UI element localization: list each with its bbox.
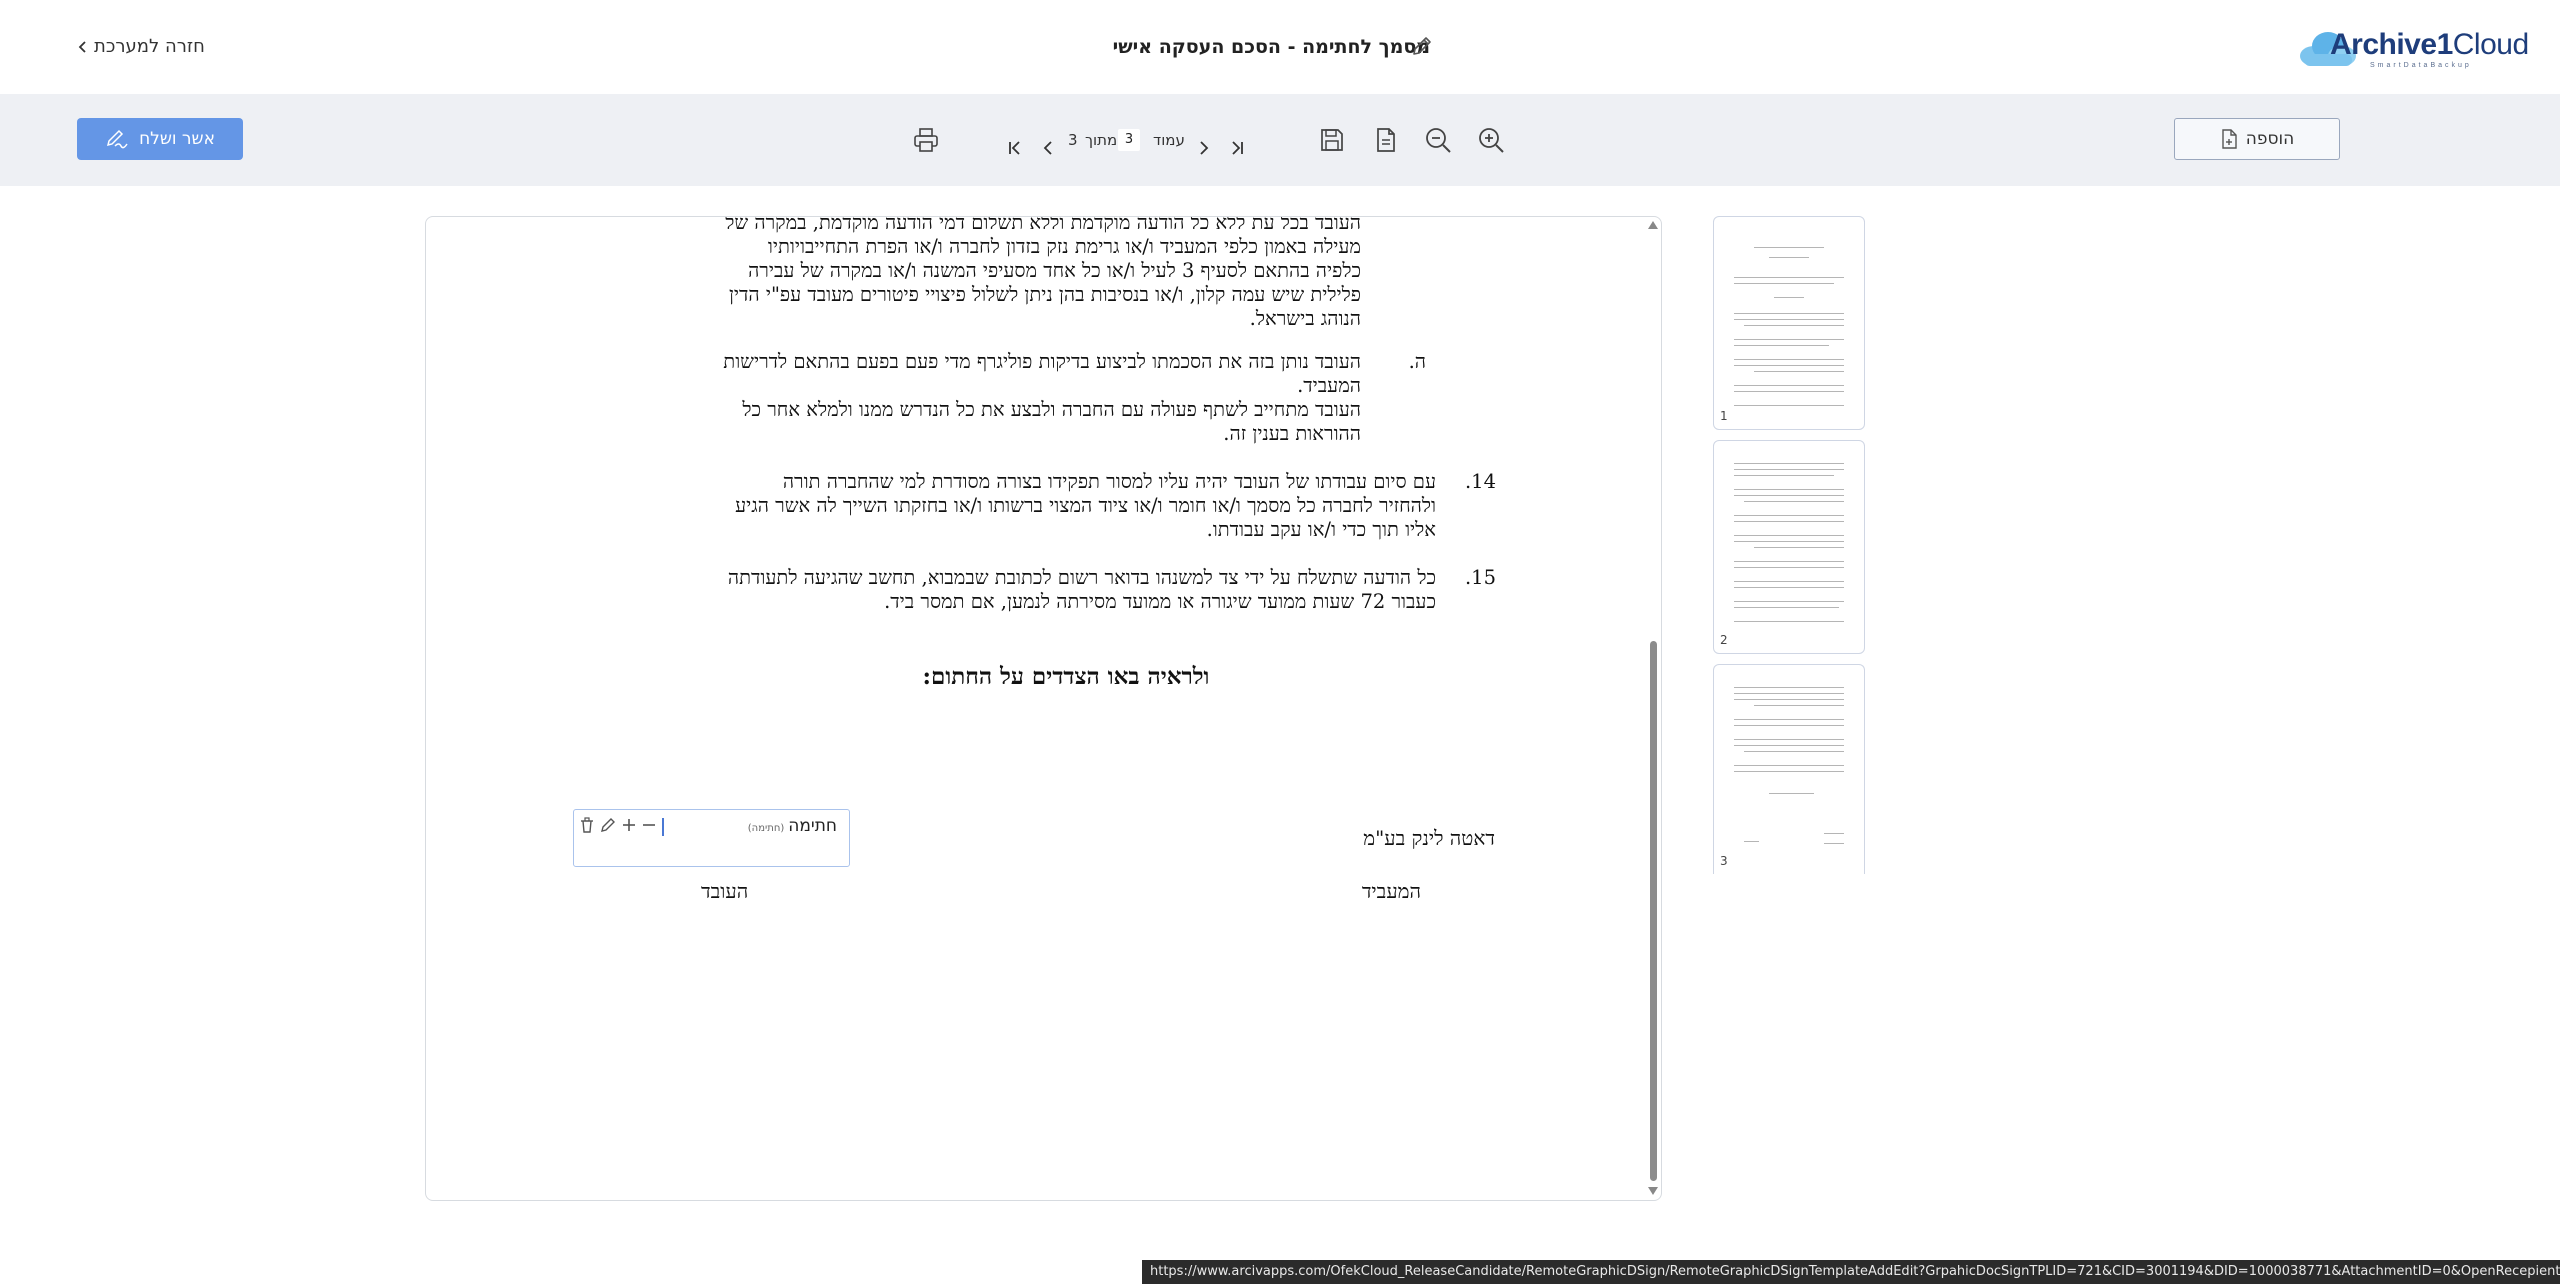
doc-line: כל הודעה שתשלח על ידי צד למשנהו בדואר רש… bbox=[727, 566, 1436, 589]
paragraph-number: ה. bbox=[1408, 350, 1426, 373]
doc-line: העובד בכל עת ללא כל הודעה מוקדמת וללא תש… bbox=[725, 216, 1361, 234]
doc-line: העובד נותן בזה את הסכמתו לביצוע בדיקות פ… bbox=[723, 350, 1361, 373]
next-page-icon[interactable] bbox=[1194, 130, 1214, 166]
doc-line: ההוראות בענין זה. bbox=[1223, 422, 1361, 445]
minus-icon[interactable] bbox=[640, 816, 658, 834]
doc-line: העובד מתחייב לשתף פעולה עם החברה ולבצע א… bbox=[742, 398, 1361, 421]
signature-field[interactable]: חתימה(חתימה) bbox=[573, 809, 850, 867]
printer-icon[interactable] bbox=[912, 126, 940, 154]
link-status-bar: https://www.arcivapps.com/OfekCloud_Rele… bbox=[1142, 1260, 2560, 1284]
doc-line: עם סיום עבודתו של העובד יהיה עליו למסור … bbox=[782, 470, 1436, 493]
page-thumbnail-2[interactable]: 2 bbox=[1713, 440, 1865, 654]
doc-line: אליו תוך כדי ו/או עקב עבודתו. bbox=[1206, 518, 1436, 541]
document-icon[interactable] bbox=[1372, 126, 1400, 154]
page-title: מסמך לחתימה - הסכם העסקה אישי bbox=[1112, 36, 1430, 58]
back-to-system-link[interactable]: חזרה למערכת bbox=[78, 34, 205, 60]
add-button-label: הוספה bbox=[2245, 129, 2295, 149]
signature-label: חתימה(חתימה) bbox=[747, 816, 837, 836]
doc-line: כעבור 72 שעות ממועד שיגורה או ממועד מסיר… bbox=[884, 590, 1436, 613]
pencil-edit-icon[interactable] bbox=[1410, 34, 1434, 58]
page-thumbnail-3[interactable]: 3 bbox=[1713, 664, 1865, 874]
total-pages: 3 bbox=[1068, 131, 1078, 149]
first-page-icon[interactable] bbox=[1005, 130, 1025, 166]
zoom-out-icon[interactable] bbox=[1424, 126, 1452, 154]
paragraph-number: 15. bbox=[1464, 566, 1496, 589]
page-thumbnail-1[interactable]: 1 bbox=[1713, 216, 1865, 430]
trash-icon[interactable] bbox=[578, 816, 596, 834]
archive-cloud-logo[interactable]: Archive1Cloud SmartDataBackup bbox=[2298, 24, 2529, 74]
page-label: עמוד bbox=[1153, 131, 1185, 149]
current-page-input[interactable]: 3 bbox=[1118, 129, 1140, 151]
plus-icon[interactable] bbox=[620, 816, 638, 834]
zoom-in-icon[interactable] bbox=[1477, 126, 1505, 154]
employee-label: העובד bbox=[701, 879, 749, 903]
pencil-icon[interactable] bbox=[599, 816, 617, 834]
doc-line: ולהחזיר לחברה כל מסמך ו/או חומר ו/או ציו… bbox=[735, 494, 1436, 517]
scrollbar-thumb[interactable] bbox=[1650, 641, 1657, 1181]
back-link-label: חזרה למערכת bbox=[94, 36, 205, 57]
document-viewer[interactable]: העובד בכל עת ללא כל הודעה מוקדמת וללא תש… bbox=[425, 216, 1662, 1201]
paragraph-number: 14. bbox=[1464, 470, 1496, 493]
doc-line: מעילה באמון כלפי המעביד ו/או גרימת נזק ב… bbox=[767, 235, 1361, 258]
chevron-left-icon bbox=[78, 41, 86, 53]
thumbnail-number: 2 bbox=[1720, 633, 1728, 647]
doc-line: פלילית שיש עמה קלון, ו/או בנסיבות בהן ני… bbox=[728, 283, 1361, 306]
closing-statement: ולראיה באו הצדדים על החתום: bbox=[922, 663, 1210, 690]
page-navigator: 3 מתוך 3 עמוד bbox=[1000, 122, 1260, 158]
logo-tagline: SmartDataBackup bbox=[2370, 62, 2472, 69]
signature-pen-icon bbox=[107, 129, 128, 149]
add-button[interactable]: הוספה bbox=[2174, 118, 2340, 160]
of-label: מתוך bbox=[1085, 131, 1118, 149]
prev-page-icon[interactable] bbox=[1038, 130, 1058, 166]
doc-line: הנוהג בישראל. bbox=[1249, 307, 1361, 330]
last-page-icon[interactable] bbox=[1227, 130, 1247, 166]
text-caret bbox=[662, 818, 664, 836]
thumbnail-number: 3 bbox=[1720, 854, 1728, 868]
approve-button-label: אשר ושלח bbox=[139, 129, 215, 149]
thumbnail-number: 1 bbox=[1720, 409, 1728, 423]
employer-name: דאטה לינק בע"מ bbox=[1363, 826, 1495, 850]
scroll-down-arrow[interactable] bbox=[1648, 1187, 1658, 1195]
save-icon[interactable] bbox=[1318, 126, 1346, 154]
paragraph-continuation: העובד בכל עת ללא כל הודעה מוקדמת וללא תש… bbox=[426, 216, 1661, 341]
logo-wordmark: Archive1Cloud bbox=[2330, 28, 2529, 61]
top-header: Archive1Cloud SmartDataBackup מסמך לחתימ… bbox=[0, 0, 2560, 95]
doc-line: כלפיה בהתאם לסעיף 3 לעיל ו/או כל אחד מסע… bbox=[748, 259, 1361, 282]
toolbar: הוספה 3 מתוך 3 עמוד אשר ושלח bbox=[0, 94, 2560, 186]
employer-label: המעביד bbox=[1361, 879, 1421, 903]
file-add-icon bbox=[2222, 129, 2237, 149]
approve-and-send-button[interactable]: אשר ושלח bbox=[77, 118, 243, 160]
doc-line: המעביד. bbox=[1297, 374, 1361, 397]
